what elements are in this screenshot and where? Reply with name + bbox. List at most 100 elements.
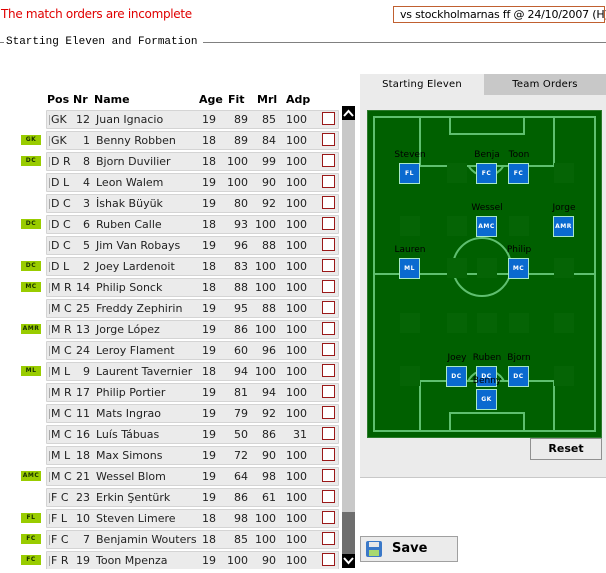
table-row[interactable]: M L 18 Max Simons 19 72 90 100 xyxy=(0,446,340,465)
empty-formation-slot[interactable] xyxy=(509,216,529,236)
player-name[interactable]: Juan Ignacio xyxy=(96,113,163,126)
select-checkbox[interactable] xyxy=(322,469,335,482)
player-name[interactable]: Philip Portier xyxy=(96,386,165,399)
player-token[interactable]: DC xyxy=(446,366,467,387)
player-name[interactable]: Laurent Tavernier xyxy=(96,365,192,378)
table-row[interactable]: DC D R 8 Bjorn Duvilier 18 100 99 100 xyxy=(0,152,340,171)
table-row[interactable]: M C 16 Luís Tábuas 19 50 86 31 xyxy=(0,425,340,444)
empty-formation-slot[interactable] xyxy=(447,163,467,183)
table-row[interactable]: DC D L 2 Joey Lardenoit 18 83 100 100 xyxy=(0,257,340,276)
pitch[interactable]: FL Steven FC Benja FC Toon AMC Wessel AMR Jorge ML… xyxy=(367,110,602,438)
player-name[interactable]: Benny Robben xyxy=(96,134,176,147)
player-token[interactable]: DC xyxy=(508,366,529,387)
player-name[interactable]: Luís Tábuas xyxy=(96,428,159,441)
select-checkbox[interactable] xyxy=(322,133,335,146)
player-token[interactable]: FC xyxy=(508,163,529,184)
scroll-up-button[interactable] xyxy=(342,106,355,120)
column-header-fit[interactable]: Fit xyxy=(228,93,245,106)
column-header-pos[interactable]: Pos xyxy=(47,93,69,106)
select-checkbox[interactable] xyxy=(322,427,335,440)
table-row[interactable]: M C 11 Mats Ingrao 19 79 92 100 xyxy=(0,404,340,423)
column-header-age[interactable]: Age xyxy=(199,93,223,106)
table-row[interactable]: M C 24 Leroy Flament 19 60 96 100 xyxy=(0,341,340,360)
player-name[interactable]: Wessel Blom xyxy=(96,470,166,483)
empty-formation-slot[interactable] xyxy=(554,258,574,278)
select-checkbox[interactable] xyxy=(322,175,335,188)
table-row[interactable]: D C 5 Jim Van Robays 19 96 88 100 xyxy=(0,236,340,255)
table-row[interactable]: M C 25 Freddy Zephirin 19 95 88 100 xyxy=(0,299,340,318)
table-row[interactable]: D L 4 Leon Walem 19 100 90 100 xyxy=(0,173,340,192)
player-name[interactable]: Jorge López xyxy=(96,323,160,336)
player-token[interactable]: FL xyxy=(399,163,420,184)
scroll-down-button[interactable] xyxy=(342,554,355,568)
table-row[interactable]: FL F L 10 Steven Limere 18 98 100 100 xyxy=(0,509,340,528)
player-name[interactable]: Erkin Şentürk xyxy=(96,491,170,504)
empty-formation-slot[interactable] xyxy=(447,258,467,278)
table-row[interactable]: DC D C 6 Ruben Calle 18 93 100 100 xyxy=(0,215,340,234)
player-name[interactable]: Benjamin Wouters xyxy=(96,533,197,546)
table-row[interactable]: FC F R 19 Toon Mpenza 19 100 90 100 xyxy=(0,551,340,569)
select-checkbox[interactable] xyxy=(322,322,335,335)
scroll-thumb[interactable] xyxy=(342,512,355,554)
reset-button[interactable]: Reset xyxy=(530,438,602,460)
select-checkbox[interactable] xyxy=(322,280,335,293)
select-checkbox[interactable] xyxy=(322,490,335,503)
select-checkbox[interactable] xyxy=(322,511,335,524)
empty-formation-slot[interactable] xyxy=(447,313,467,333)
empty-formation-slot[interactable] xyxy=(400,216,420,236)
select-checkbox[interactable] xyxy=(322,448,335,461)
empty-formation-slot[interactable] xyxy=(477,313,497,333)
empty-formation-slot[interactable] xyxy=(554,313,574,333)
column-header-nr[interactable]: Nr xyxy=(73,93,88,106)
empty-formation-slot[interactable] xyxy=(509,313,529,333)
save-button[interactable]: Save xyxy=(360,536,458,562)
table-row[interactable]: ML M L 9 Laurent Tavernier 18 94 100 100 xyxy=(0,362,340,381)
player-name[interactable]: Freddy Zephirin xyxy=(96,302,182,315)
table-row[interactable]: F C 23 Erkin Şentürk 19 86 61 100 xyxy=(0,488,340,507)
select-checkbox[interactable] xyxy=(322,385,335,398)
player-token[interactable]: AMR xyxy=(553,216,574,237)
player-name[interactable]: Leon Walem xyxy=(96,176,163,189)
player-name[interactable]: Steven Limere xyxy=(96,512,176,525)
player-token[interactable]: GK xyxy=(476,389,497,410)
player-name[interactable]: Philip Sonck xyxy=(96,281,162,294)
select-checkbox[interactable] xyxy=(322,301,335,314)
player-name[interactable]: Joey Lardenoit xyxy=(96,260,175,273)
select-checkbox[interactable] xyxy=(322,343,335,356)
tab-team-orders[interactable]: Team Orders xyxy=(484,74,606,95)
player-name[interactable]: Jim Van Robays xyxy=(96,239,180,252)
empty-formation-slot[interactable] xyxy=(554,366,574,386)
player-token[interactable]: AMC xyxy=(476,216,497,237)
column-header-adp[interactable]: Adp xyxy=(286,93,310,106)
player-name[interactable]: Leroy Flament xyxy=(96,344,175,357)
player-token[interactable]: MC xyxy=(508,258,529,279)
select-checkbox[interactable] xyxy=(322,406,335,419)
select-checkbox[interactable] xyxy=(322,532,335,545)
player-name[interactable]: Max Simons xyxy=(96,449,162,462)
scrollbar[interactable] xyxy=(342,106,355,568)
column-header-mrl[interactable]: Mrl xyxy=(257,93,277,106)
player-name[interactable]: Toon Mpenza xyxy=(96,554,168,567)
table-row[interactable]: GK GK 1 Benny Robben 18 89 84 100 xyxy=(0,131,340,150)
empty-formation-slot[interactable] xyxy=(477,258,497,278)
table-row[interactable]: AMC M C 21 Wessel Blom 19 64 98 100 xyxy=(0,467,340,486)
select-checkbox[interactable] xyxy=(322,196,335,209)
empty-formation-slot[interactable] xyxy=(400,313,420,333)
table-row[interactable]: M R 17 Philip Portier 19 81 94 100 xyxy=(0,383,340,402)
select-checkbox[interactable] xyxy=(322,112,335,125)
table-row[interactable]: MC M R 14 Philip Sonck 18 88 100 100 xyxy=(0,278,340,297)
table-row[interactable]: AMR M R 13 Jorge López 19 86 100 100 xyxy=(0,320,340,339)
table-row[interactable]: GK 12 Juan Ignacio 19 89 85 100 xyxy=(0,110,340,129)
select-checkbox[interactable] xyxy=(322,259,335,272)
select-checkbox[interactable] xyxy=(322,154,335,167)
player-token[interactable]: ML xyxy=(399,258,420,279)
player-name[interactable]: Bjorn Duvilier xyxy=(96,155,171,168)
empty-formation-slot[interactable] xyxy=(447,216,467,236)
player-name[interactable]: Ruben Calle xyxy=(96,218,162,231)
tab-starting-eleven[interactable]: Starting Eleven xyxy=(360,74,484,95)
select-checkbox[interactable] xyxy=(322,364,335,377)
player-name[interactable]: İshak Büyük xyxy=(96,197,163,210)
select-checkbox[interactable] xyxy=(322,553,335,566)
column-header-name[interactable]: Name xyxy=(94,93,130,106)
empty-formation-slot[interactable] xyxy=(554,163,574,183)
